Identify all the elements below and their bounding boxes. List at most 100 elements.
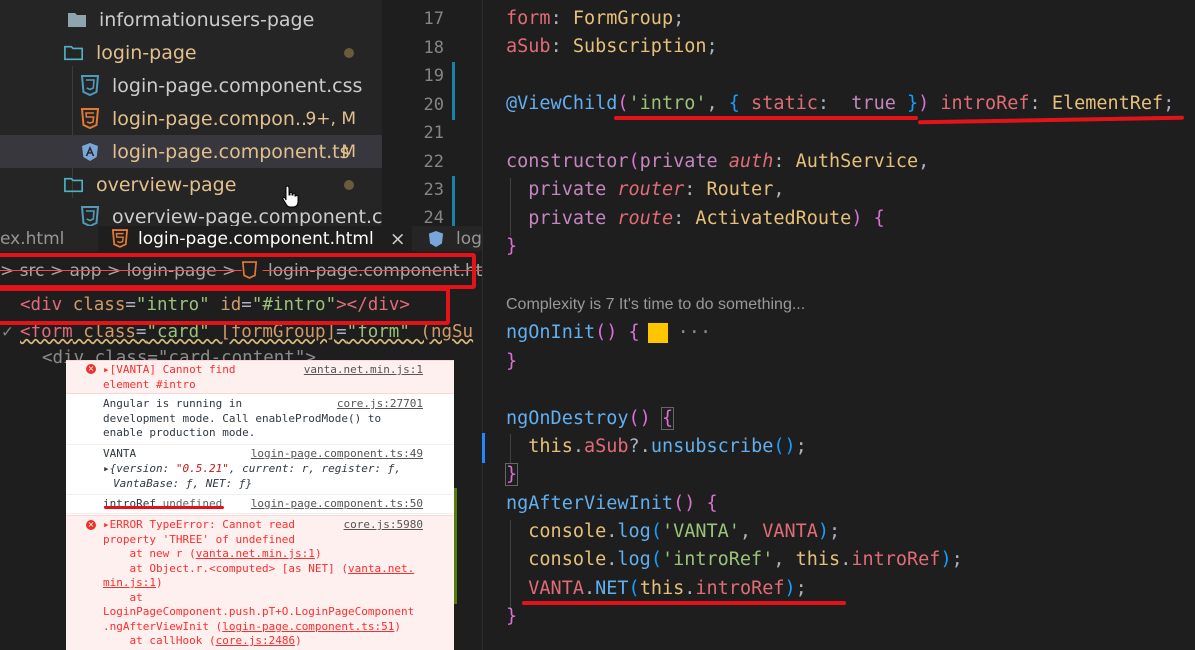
code-line: form: FormGroup; [506,8,685,29]
tree-item-overview-page[interactable]: overview-page [0,168,382,201]
code-line: console.log('introRef', this.introRef); [528,549,963,570]
stack-frame: LoginPageComponent.push.pT+O.LoginPageCo… [103,605,415,618]
tab-login-page-ts[interactable]: log [428,226,482,251]
console-source-link[interactable]: login-page.component.ts:50 [251,497,423,512]
git-modified-gutter [452,62,455,120]
tree-item-label: overview-page.component.css [112,205,403,228]
tree-item-label: informationusers-page [99,8,315,31]
line-number: 21 [423,123,444,143]
stack-link[interactable]: core.js:2486 [216,634,295,647]
folder-open-icon [64,174,84,196]
error-icon: × [86,364,96,374]
tree-item-label: overview-page [96,173,237,196]
tab-label: ex.html [0,228,65,249]
stack-frame: at new r (vanta.net.min.js:1) [103,547,322,560]
tree-item-label: login-page.compon... [112,107,314,130]
line-number: 24 [423,208,444,228]
code-line: private router: Router, [528,179,785,200]
console-message-text: introRef undefined [103,497,223,510]
code-line: ngOnInit() {··· [506,322,712,343]
stack-link[interactable]: vanta.net.min.js:1 [196,547,315,560]
git-status-badge: M [341,141,356,162]
code-line: this.aSub?.unsubscribe(); [528,436,807,457]
tree-item-login-page-css[interactable]: login-page.component.css [0,69,382,102]
code-line: console.log('VANTA', VANTA); [528,521,841,542]
tree-item-informationusers-page[interactable]: informationusers-page [0,3,382,36]
console-message-text: VANTA [103,447,137,460]
code-line: } [506,236,518,257]
editor-gutter-strip [454,360,482,650]
editor-tab-bar: ex.html login-page.component.html × log [0,226,482,251]
line-number: 19 [423,66,444,86]
html-file-icon [112,229,128,248]
git-status-badge: 9+, M [305,108,356,129]
css-file-icon [80,75,100,97]
code-line: } [506,351,518,372]
html-code-line: <form class="card" [formGroup]="form" (n… [20,322,474,342]
tab-index-html[interactable]: ex.html [0,226,96,251]
modified-dot [344,179,354,190]
console-object-preview[interactable]: ▸{version: "0.5.21", current: r, registe… [103,462,401,477]
console-source-link[interactable]: core.js:27701 [337,397,423,412]
console-message-text: ▸ERROR TypeError: Cannot read [103,518,296,531]
folder-icon [67,9,87,31]
stack-frame: .ngAfterViewInit (login-page.component.t… [103,620,402,633]
console-log: VANTA login-page.component.ts:49 ▸{versi… [66,446,454,495]
modified-dot [344,47,354,58]
code-line: aSub: Subscription; [506,36,718,57]
angular-file-icon [80,141,100,163]
devtools-console[interactable]: × ▸[VANTA] Cannot find element #intro va… [66,360,454,650]
code-line: } [506,606,518,627]
code-line: private route: ActivatedRoute) { [528,208,885,229]
code-line: constructor(private auth: AuthService, [506,151,930,172]
tab-label: log [456,228,482,249]
html-file-icon [80,108,100,130]
console-source-link[interactable]: login-page.component.ts:49 [251,447,423,462]
annotation-underline [104,506,224,509]
code-line: VANTA.NET(this.introRef); [528,578,807,599]
stack-frame: at [103,591,143,604]
tree-item-login-page-html[interactable]: login-page.compon... 9+, M [0,102,382,135]
stack-link[interactable]: login-page.component.ts:51 [222,620,394,633]
line-number: 23 [423,180,444,200]
tab-login-page-html[interactable]: login-page.component.html × [98,226,412,251]
code-line: ngAfterViewInit() { [506,493,718,514]
line-number: 17 [423,9,444,29]
console-error: × ▸ERROR TypeError: Cannot read core.js:… [66,515,454,650]
tree-item-label: login-page.component.ts [112,140,350,163]
annotation-underline [917,115,1185,125]
stack-link[interactable]: min.js:1 [103,576,156,589]
line-number: 22 [423,152,444,172]
line-number: 20 [423,95,444,115]
codelens-complexity[interactable]: Complexity is 7 It's time to do somethin… [506,296,805,314]
console-error: × ▸[VANTA] Cannot find element #intro va… [66,360,454,394]
git-added-gutter [454,488,457,604]
tree-item-login-page-ts[interactable]: login-page.component.ts M [0,135,382,168]
tree-item-login-page[interactable]: login-page [0,36,382,69]
file-explorer: informationusers-page login-page login-p… [0,0,402,228]
annotation-box [0,253,476,289]
css-file-icon [80,206,100,228]
console-log: introRef undefined login-page.component.… [66,496,454,514]
fold-chevron-icon[interactable]: ✓ [2,322,13,342]
editor-ruler [482,0,483,650]
stack-frame: at callHook (core.js:2486) [103,634,302,647]
console-message-text: property 'THREE' of undefined [103,533,296,546]
stack-frame: at Object.r.<computed> [as NET] (vanta.n… [103,562,415,575]
code-line: } [504,463,519,486]
console-source-link[interactable]: core.js:5980 [344,518,423,533]
annotation-underline [522,601,846,605]
hand-pointer-cursor-icon [282,185,299,208]
git-modified-gutter [452,176,455,226]
code-line: @ViewChild('intro', { static: true }) in… [506,93,1175,114]
annotation-underline [614,116,918,120]
folded-ellipsis[interactable]: ··· [678,322,711,343]
console-info: Angular is running in development mode. … [66,395,454,445]
git-modified-gutter [482,433,485,463]
typescript-editor[interactable]: 17 18 19 20 21 22 23 24 form: FormGroup;… [382,0,1195,650]
stack-link[interactable]: vanta.net. [348,562,414,575]
console-source-link[interactable]: vanta.net.min.js:1 [304,363,423,378]
folder-open-icon [64,42,84,64]
lightbulb-icon[interactable] [647,323,668,343]
close-icon[interactable]: × [390,228,406,250]
